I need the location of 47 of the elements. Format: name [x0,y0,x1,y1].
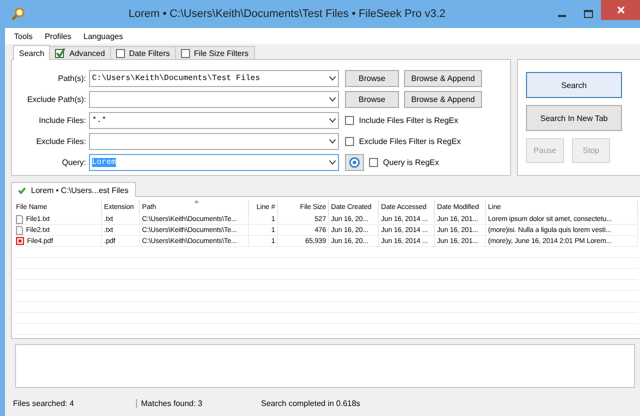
tab[interactable]: Search [13,45,50,60]
status-text: Search completed in 0.618s [261,399,360,408]
maximize-icon [584,10,592,18]
help-icon [349,157,360,168]
status-text: Files searched: 4 [13,399,137,408]
search-icon [11,7,25,21]
field-label: Query: [60,158,86,167]
tab[interactable]: Date Filters [110,46,176,59]
help-button[interactable] [345,154,364,171]
browse-button[interactable]: Browse [345,91,399,108]
tab[interactable]: Advanced [49,46,111,59]
tab[interactable]: File Size Filters [174,46,255,59]
dropdown-icon[interactable] [329,139,336,144]
checkbox-label: Exclude Files Filter is RegEx [359,137,461,146]
action-button[interactable]: Search In New Tab [526,105,622,131]
checkbox-label: Include Files Filter is RegEx [359,116,458,125]
menu-item[interactable]: Tools [9,30,38,42]
result-tab[interactable]: Lorem • C:\Users...est Files [11,182,136,197]
check-icon [18,186,26,194]
field-label: Include Files: [38,116,86,125]
checkbox[interactable] [345,116,354,125]
combo-box[interactable]: C:\Users\Keith\Documents\Test Files [89,70,339,87]
dropdown-icon[interactable] [329,118,336,123]
browse-button[interactable]: Browse [345,70,399,87]
menu-item[interactable]: Languages [78,30,128,42]
checkbox[interactable] [369,158,378,167]
browse-button[interactable]: Browse & Append [404,70,482,87]
dropdown-icon[interactable] [329,97,336,102]
field-label: Exclude Files: [35,137,86,146]
pdf-icon [16,237,24,245]
status-text: Matches found: 3 [140,399,204,408]
window-title: Lorem • C:\Users\Keith\Documents\Test Files • FileSeek Pro v3.2 [127,8,447,20]
checkbox[interactable] [180,48,190,58]
browse-button[interactable]: Browse & Append [404,91,482,108]
dropdown-icon[interactable] [329,76,336,81]
checkbox[interactable] [116,48,125,58]
close-button[interactable] [601,0,640,20]
field-label: Path(s): [56,74,86,83]
action-button[interactable]: Search [526,72,622,98]
dropdown-icon[interactable] [329,160,336,165]
close-icon [617,6,625,14]
field-label: Exclude Path(s): [26,95,86,104]
menu-item[interactable]: Profiles [40,30,76,42]
checkbox-label: Query is RegEx [383,158,440,167]
combo-box[interactable]: *.* [89,112,339,129]
checkbox[interactable] [345,137,354,146]
checkbox[interactable] [55,48,66,58]
